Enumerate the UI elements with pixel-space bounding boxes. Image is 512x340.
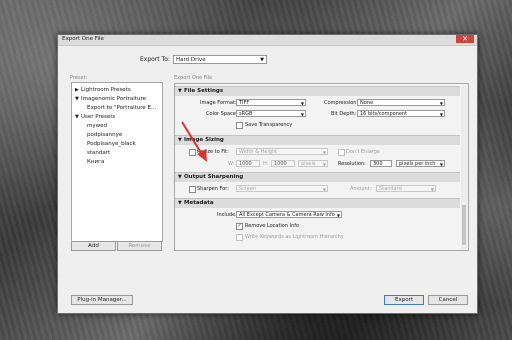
plugin-manager-button[interactable]: Plug-in Manager... xyxy=(71,295,133,305)
chevron-down-icon: ▼ xyxy=(439,162,443,167)
panel-header: Export One File xyxy=(174,75,213,81)
color-space-value: sRGB xyxy=(239,111,253,117)
section-title: Output Sharpening xyxy=(184,174,244,180)
sharpen-for-label: Sharpen For: xyxy=(197,186,229,192)
sharpen-for-checkbox[interactable] xyxy=(189,186,196,193)
chevron-down-icon: ▼ xyxy=(322,162,326,167)
preset-label: User Presets xyxy=(81,114,116,120)
remove-location-checkbox[interactable]: ✓ xyxy=(236,223,243,230)
red-arrow-annotation-icon xyxy=(181,121,207,162)
chevron-down-icon: ▼ xyxy=(300,112,304,117)
color-space-select[interactable]: sRGB ▼ xyxy=(236,110,306,117)
height-input[interactable]: 1000 xyxy=(271,160,295,167)
save-transparency-checkbox[interactable] xyxy=(236,122,243,129)
image-format-label: Image Format: xyxy=(200,100,237,106)
preset-item[interactable]: mywed xyxy=(87,123,107,129)
amount-value: Standard xyxy=(379,186,402,192)
close-button[interactable]: ✕ xyxy=(456,35,474,43)
chevron-down-icon: ▼ xyxy=(322,187,326,192)
sharpen-for-select[interactable]: Screen ▼ xyxy=(236,185,328,192)
preset-folder-user[interactable]: ▼ User Presets xyxy=(75,114,115,120)
include-label: Include: xyxy=(217,212,237,218)
preset-item[interactable]: podpisannye xyxy=(87,132,122,138)
export-to-value: Hard Drive xyxy=(176,57,206,63)
settings-panel: ▼ File Settings Image Format: TIFF ▼ Compr… xyxy=(174,83,469,251)
section-file-settings[interactable]: ▼ File Settings xyxy=(175,86,460,96)
resolution-input[interactable]: 300 xyxy=(370,160,392,167)
preset-item[interactable]: Export to "Portraiture E... xyxy=(87,105,156,111)
dont-enlarge-checkbox[interactable] xyxy=(338,149,345,156)
amount-label: Amount: xyxy=(350,186,372,192)
chevron-down-icon: ▼ xyxy=(336,213,340,218)
height-label: H: xyxy=(263,161,269,167)
chevron-down-icon: ▼ xyxy=(260,57,264,63)
chevron-down-icon: ▼ xyxy=(430,187,434,192)
bit-depth-label: Bit Depth: xyxy=(331,111,357,117)
color-space-label: Color Space: xyxy=(206,111,238,117)
size-unit-select[interactable]: pixels ▼ xyxy=(298,160,328,167)
chevron-down-icon: ▼ xyxy=(300,101,304,106)
export-button[interactable]: Export xyxy=(384,295,424,305)
resize-mode-select[interactable]: Width & Height ▼ xyxy=(236,148,328,155)
section-metadata[interactable]: ▼ Metadata xyxy=(175,198,460,208)
compression-label: Compression: xyxy=(324,100,359,106)
write-keywords-checkbox[interactable] xyxy=(236,234,243,241)
chevron-down-icon: ▼ xyxy=(439,101,443,106)
bit-depth-value: 16 bits/component xyxy=(360,111,408,117)
resolution-unit-select[interactable]: pixels per inch ▼ xyxy=(396,160,445,167)
compression-select[interactable]: None ▼ xyxy=(357,99,445,106)
preset-item[interactable]: Podpisanye_black xyxy=(87,141,136,147)
preset-label: Imagenomic Portraiture xyxy=(81,96,146,102)
metadata-include-value: All Except Camera & Camera Raw Info xyxy=(239,212,335,218)
preset-item[interactable]: Книга xyxy=(87,159,104,165)
add-preset-button[interactable]: Add xyxy=(71,241,116,251)
resolution-unit-value: pixels per inch xyxy=(399,161,436,167)
preset-list: ▶ Lightroom Presets ▼ Imagenomic Portraitu… xyxy=(71,82,163,242)
title-bar: Export One File ✕ xyxy=(58,35,477,46)
amount-select[interactable]: Standard ▼ xyxy=(376,185,436,192)
metadata-include-select[interactable]: All Except Camera & Camera Raw Info ▼ xyxy=(236,211,342,218)
width-label: W: xyxy=(228,161,235,167)
preset-label: Lightroom Presets xyxy=(81,87,131,93)
resize-mode-value: Width & Height xyxy=(239,149,278,155)
bit-depth-select[interactable]: 16 bits/component ▼ xyxy=(357,110,445,117)
preset-header: Preset: xyxy=(70,75,88,81)
compression-value: None xyxy=(360,100,374,106)
export-to-select[interactable]: Hard Drive ▼ xyxy=(173,55,267,64)
dont-enlarge-label: Don't Enlarge xyxy=(346,149,381,155)
save-transparency-label: Save Transparency xyxy=(245,122,293,128)
resolution-label: Resolution: xyxy=(338,161,366,167)
write-keywords-label: Write Keywords as Lightroom Hierarchy xyxy=(245,234,344,240)
cancel-button[interactable]: Cancel xyxy=(428,295,468,305)
chevron-down-icon: ▼ xyxy=(439,112,443,117)
image-format-value: TIFF xyxy=(239,100,250,106)
preset-folder-imagenomic[interactable]: ▼ Imagenomic Portraiture xyxy=(75,96,146,102)
preset-folder-lightroom[interactable]: ▶ Lightroom Presets xyxy=(75,87,131,93)
section-title: File Settings xyxy=(184,88,224,94)
remove-location-label: Remove Location Info xyxy=(245,223,300,229)
settings-scrollbar[interactable] xyxy=(461,85,467,249)
width-input[interactable]: 1000 xyxy=(236,160,260,167)
sharpen-for-value: Screen xyxy=(239,186,257,192)
section-output-sharpening[interactable]: ▼ Output Sharpening xyxy=(175,172,460,182)
chevron-down-icon: ▼ xyxy=(322,150,326,155)
remove-preset-button[interactable]: Remove xyxy=(117,241,162,251)
section-image-sizing[interactable]: ▼ Image Sizing xyxy=(175,135,460,145)
export-dialog: Export One File ✕ Export To: Hard Drive … xyxy=(57,34,478,314)
image-format-select[interactable]: TIFF ▼ xyxy=(236,99,306,106)
section-title: Metadata xyxy=(184,200,214,206)
size-unit-value: pixels xyxy=(301,161,316,167)
export-to-label: Export To: xyxy=(140,56,170,63)
scrollbar-thumb[interactable] xyxy=(462,205,466,245)
dialog-title: Export One File xyxy=(62,36,104,42)
preset-item[interactable]: standart xyxy=(87,150,110,156)
